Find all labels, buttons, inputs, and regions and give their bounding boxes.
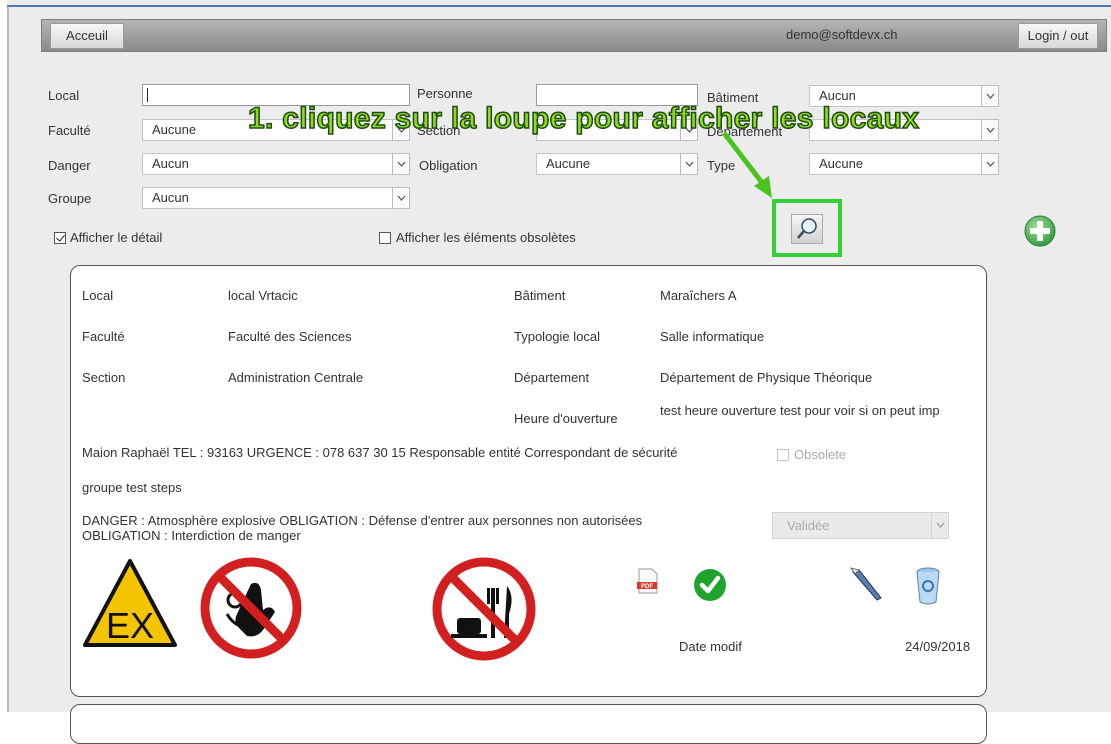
window-left-border	[7, 5, 9, 712]
chevron-down-icon	[392, 153, 410, 175]
ex-sign-text: EX	[106, 605, 154, 646]
card-departement-value: Département de Physique Théorique	[660, 370, 873, 385]
search-button[interactable]	[772, 199, 842, 257]
magnifier-icon	[791, 214, 823, 244]
card-section-label: Section	[82, 370, 126, 385]
local-filter-label: Local	[48, 88, 80, 103]
card-date-label: Date modif	[679, 639, 742, 654]
chevron-down-icon	[680, 153, 698, 175]
type-filter-select[interactable]: Aucune	[809, 153, 999, 175]
pdf-icon[interactable]: PDF	[637, 568, 659, 594]
login-out-button[interactable]: Login / out	[1018, 23, 1098, 49]
card-date-value: 24/09/2018	[905, 639, 971, 654]
chevron-down-icon	[392, 187, 410, 209]
plus-icon[interactable]	[1023, 214, 1057, 248]
explosive-atmosphere-sign-icon: EX	[83, 559, 177, 647]
obsolete-filter-checkbox[interactable]	[379, 232, 391, 244]
card-section-value: Administration Centrale	[228, 370, 364, 385]
danger-filter-label: Danger	[48, 158, 91, 173]
card-typologie-label: Typologie local	[514, 329, 600, 344]
status-value: Validée	[787, 518, 830, 533]
top-nav-bar: Acceuil demo@softdevx.ch Login / out	[41, 19, 1107, 52]
annotation-arrow-icon	[722, 131, 772, 198]
home-button[interactable]: Acceuil	[50, 23, 124, 49]
faculte-filter-label: Faculté	[48, 123, 91, 138]
card-obsolete-checkbox[interactable]	[777, 449, 789, 461]
groupe-filter-select[interactable]: Aucun	[142, 187, 410, 209]
local-detail-card: Local local Vrtacic Bâtiment Maraîchers …	[70, 265, 987, 697]
obligation-filter-label: Obligation	[419, 158, 478, 173]
card-heure-label: Heure d'ouverture	[514, 411, 618, 426]
danger-filter-select[interactable]: Aucun	[142, 153, 410, 175]
card-batiment-label: Bâtiment	[514, 288, 566, 303]
pen-icon[interactable]	[849, 566, 885, 602]
detail-checkbox-label: Afficher le détail	[70, 230, 163, 245]
card-local-value: local Vrtacic	[228, 288, 298, 303]
groupe-filter-value: Aucun	[152, 190, 189, 205]
checkmark-icon[interactable]	[693, 568, 727, 602]
card-responsable-text: Maion Raphaël TEL : 93163 URGENCE : 078 …	[82, 445, 678, 460]
card-obsolete-label: Obsolete	[794, 447, 847, 462]
obsolete-filter-label: Afficher les éléments obsolètes	[396, 230, 576, 245]
card-danger-text: DANGER : Atmosphère explosive OBLIGATION…	[82, 513, 643, 543]
card-groupe-text: groupe test steps	[82, 480, 182, 495]
batiment-filter-value: Aucun	[819, 88, 856, 103]
personne-filter-label: Personne	[417, 86, 473, 101]
window-top-border	[7, 5, 1111, 7]
chevron-down-icon	[981, 119, 999, 141]
no-eating-sign-icon	[432, 557, 536, 661]
status-select[interactable]: Validée	[772, 512, 949, 539]
no-entry-sign-icon	[200, 557, 302, 659]
tutorial-annotation: 1. cliquez sur la loupe pour afficher le…	[247, 101, 920, 136]
danger-filter-value: Aucun	[152, 156, 189, 171]
groupe-filter-label: Groupe	[48, 191, 92, 206]
next-local-card	[70, 704, 987, 744]
card-batiment-value: Maraîchers A	[660, 288, 737, 303]
card-faculte-value: Faculté des Sciences	[228, 329, 352, 344]
card-departement-label: Département	[514, 370, 590, 385]
faculte-filter-value: Aucune	[152, 122, 197, 137]
card-heure-value: test heure ouverture test pour voir si o…	[660, 403, 940, 418]
chevron-down-icon	[981, 85, 999, 107]
type-filter-value: Aucune	[819, 156, 864, 171]
text-cursor	[147, 88, 148, 102]
chevron-down-icon	[931, 512, 949, 539]
obligation-filter-value: Aucune	[546, 156, 591, 171]
obligation-filter-select[interactable]: Aucune	[536, 153, 698, 175]
card-typologie-value: Salle informatique	[660, 329, 765, 344]
user-email: demo@softdevx.ch	[786, 27, 898, 42]
card-faculte-label: Faculté	[82, 329, 125, 344]
pdf-icon-text: PDF	[641, 584, 653, 590]
card-local-label: Local	[82, 288, 114, 303]
detail-checkbox[interactable]	[54, 232, 66, 244]
chevron-down-icon	[981, 153, 999, 175]
trash-icon[interactable]	[913, 566, 943, 606]
